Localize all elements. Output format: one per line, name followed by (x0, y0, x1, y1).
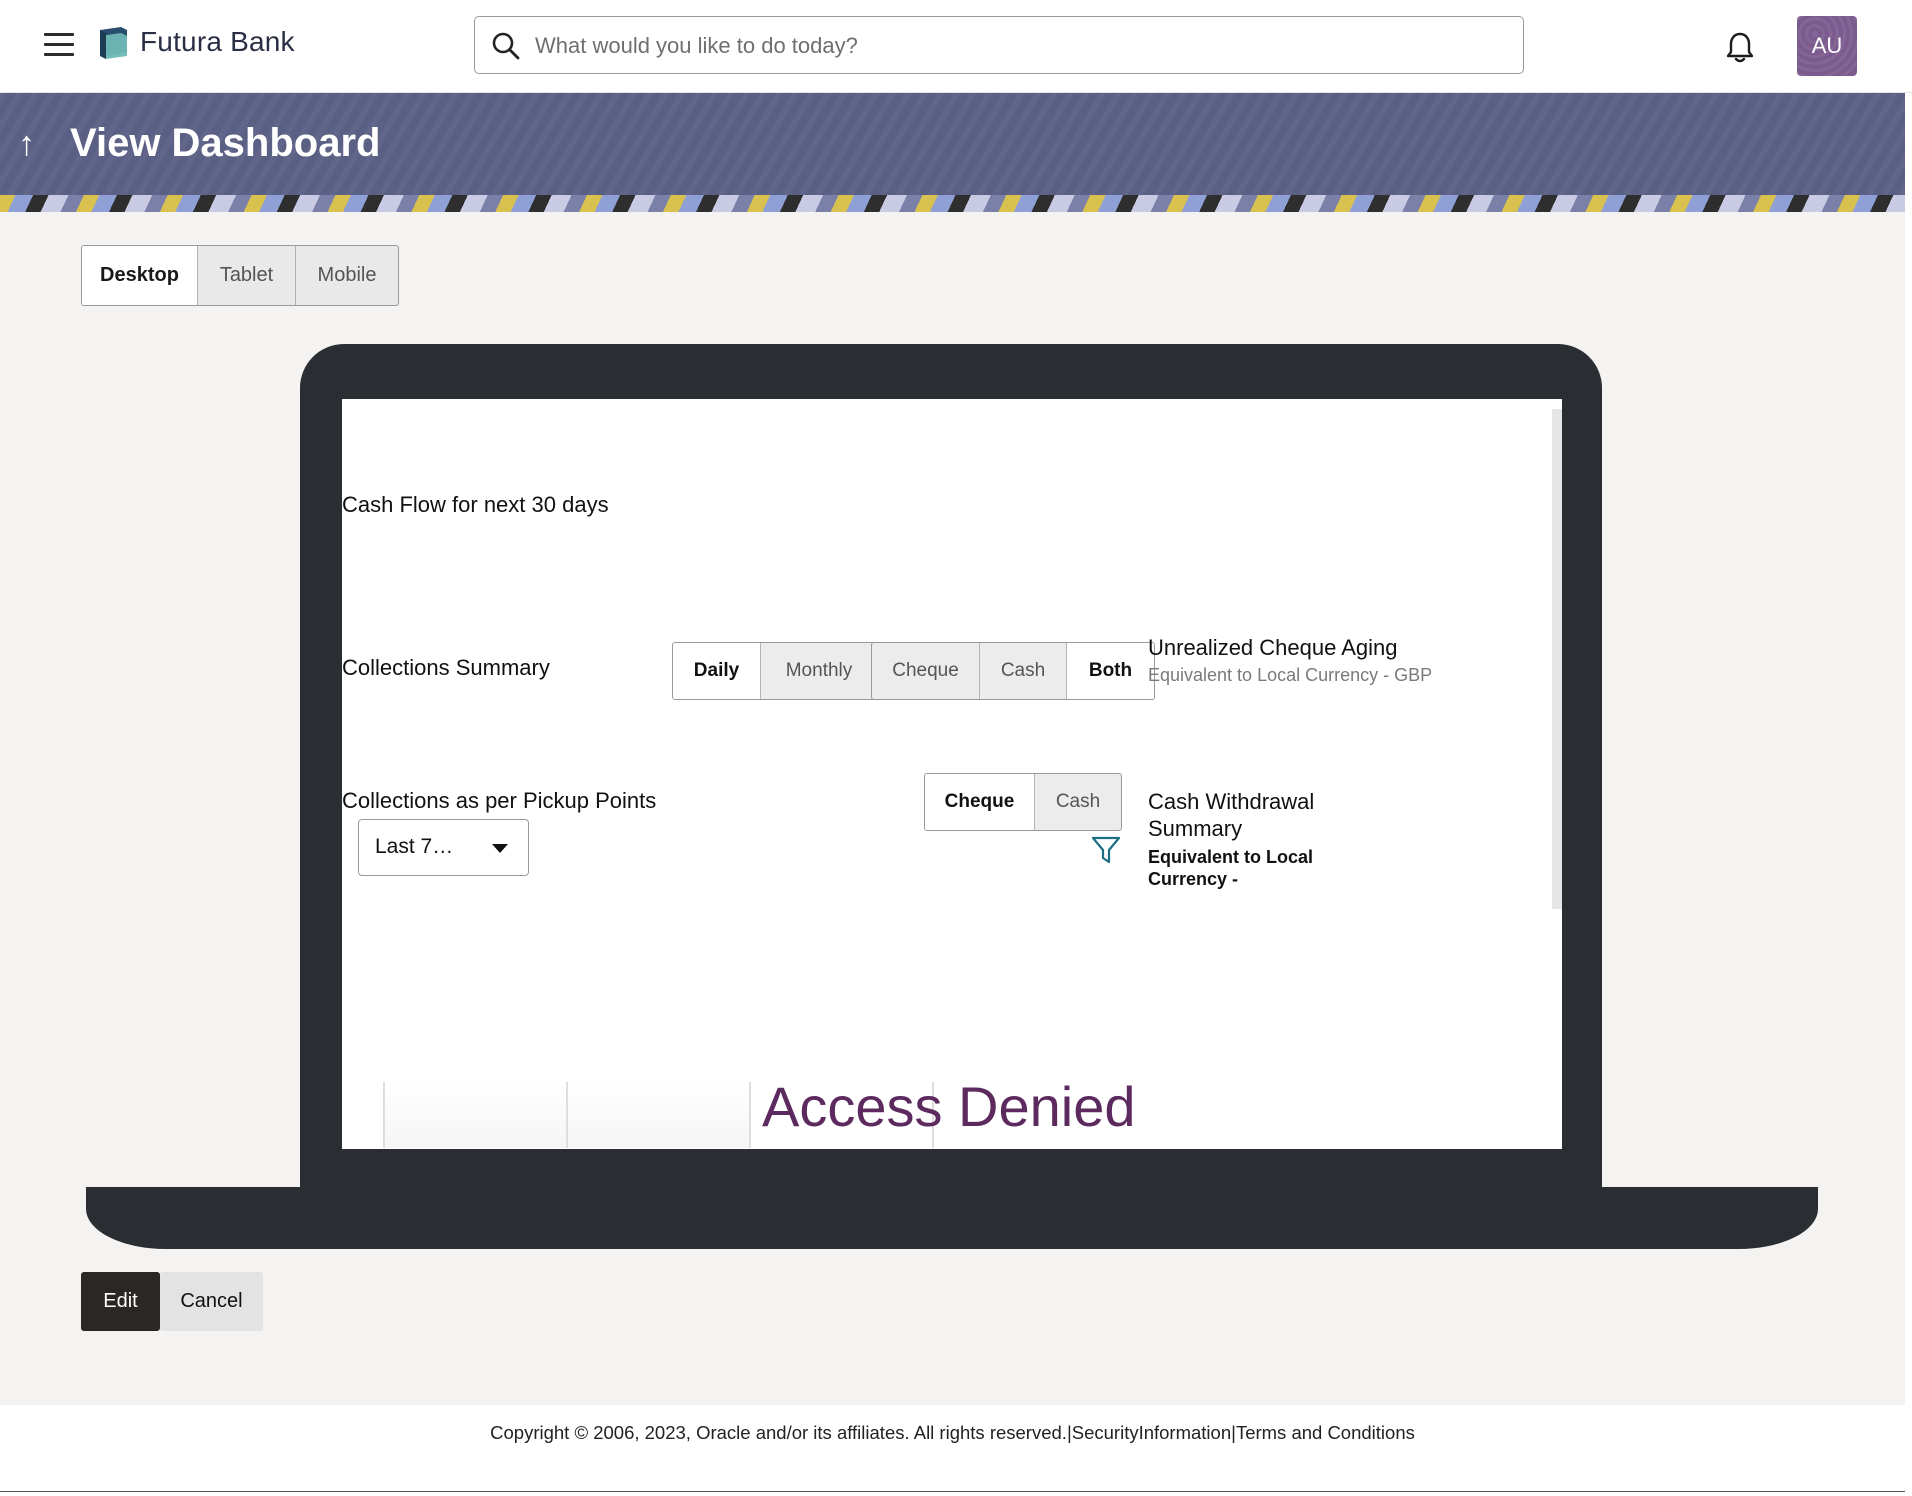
collections-type-toggle: Cheque Cash Both (871, 642, 1155, 700)
placeholder-cell (385, 1082, 566, 1148)
back-arrow-icon[interactable]: ↑ (18, 125, 35, 164)
banner-decorative-strip (0, 195, 1905, 212)
cash-withdrawal-sub-line2: Currency - (1148, 869, 1239, 889)
page-title: View Dashboard (70, 121, 381, 165)
cash-flow-widget-title: Cash Flow for next 30 days (342, 492, 609, 517)
page-footer: Copyright © 2006, 2023, Oracle and/or it… (0, 1405, 1905, 1492)
bank-logo-icon (100, 27, 127, 59)
unrealized-cheque-title: Unrealized Cheque Aging (1148, 635, 1398, 660)
period-option-monthly[interactable]: Monthly (761, 643, 877, 699)
pickup-period-value: Last 7… (375, 835, 454, 858)
terms-and-conditions-link[interactable]: Terms and Conditions (1236, 1422, 1415, 1443)
pickup-option-cheque[interactable]: Cheque (925, 774, 1035, 830)
column-divider (566, 1082, 568, 1148)
global-search[interactable] (474, 16, 1524, 74)
brand-name[interactable]: Futura Bank (140, 26, 295, 58)
pickup-points-title: Collections as per Pickup Points (342, 788, 657, 813)
cash-withdrawal-title-line2: Summary (1148, 816, 1243, 841)
search-icon (492, 32, 520, 60)
column-divider (383, 1082, 385, 1148)
cash-withdrawal-title: Cash Withdrawal Summary (1148, 788, 1314, 842)
type-option-cheque[interactable]: Cheque (872, 643, 980, 699)
access-denied-message: Access Denied (762, 1075, 1136, 1138)
type-option-cash[interactable]: Cash (980, 643, 1067, 699)
preview-scrollbar[interactable] (1552, 409, 1562, 909)
collections-period-toggle: Daily Monthly (672, 642, 878, 700)
pickup-type-toggle: Cheque Cash (924, 773, 1122, 831)
type-option-both[interactable]: Both (1067, 643, 1154, 699)
collections-summary-title: Collections Summary (342, 655, 550, 680)
device-option-desktop[interactable]: Desktop (82, 246, 198, 305)
cancel-button[interactable]: Cancel (160, 1272, 263, 1331)
security-information-link[interactable]: SecurityInformation (1072, 1422, 1231, 1443)
dashboard-preview-screen: Cash Flow for next 30 days Collections S… (342, 399, 1562, 1149)
user-avatar[interactable]: AU (1797, 16, 1857, 76)
device-option-mobile[interactable]: Mobile (296, 246, 398, 305)
search-input[interactable] (533, 25, 1497, 67)
device-option-tablet[interactable]: Tablet (198, 246, 296, 305)
placeholder-cell (568, 1082, 749, 1148)
period-option-daily[interactable]: Daily (673, 643, 761, 699)
footer-text: Copyright © 2006, 2023, Oracle and/or it… (0, 1422, 1905, 1444)
page-header-banner: ↑ View Dashboard (0, 93, 1905, 212)
cash-withdrawal-sub-line1: Equivalent to Local (1148, 847, 1314, 867)
filter-icon[interactable] (1090, 835, 1122, 865)
device-view-toggle: Desktop Tablet Mobile (81, 245, 399, 306)
edit-button[interactable]: Edit (81, 1272, 160, 1331)
bell-icon[interactable] (1724, 30, 1756, 64)
column-divider (749, 1082, 751, 1148)
pickup-period-dropdown[interactable]: Last 7… (358, 819, 529, 876)
pickup-option-cash[interactable]: Cash (1035, 774, 1121, 830)
top-navigation-bar: Futura Bank AU (0, 0, 1912, 93)
unrealized-cheque-subtitle: Equivalent to Local Currency - GBP (1148, 665, 1433, 685)
cash-withdrawal-subtitle: Equivalent to Local Currency - (1148, 846, 1313, 890)
hamburger-menu-icon[interactable] (44, 33, 74, 57)
laptop-base (86, 1187, 1818, 1249)
cash-withdrawal-title-line1: Cash Withdrawal (1148, 789, 1315, 814)
chevron-down-icon (492, 844, 508, 853)
copyright-text: Copyright © 2006, 2023, Oracle and/or it… (490, 1422, 1067, 1443)
